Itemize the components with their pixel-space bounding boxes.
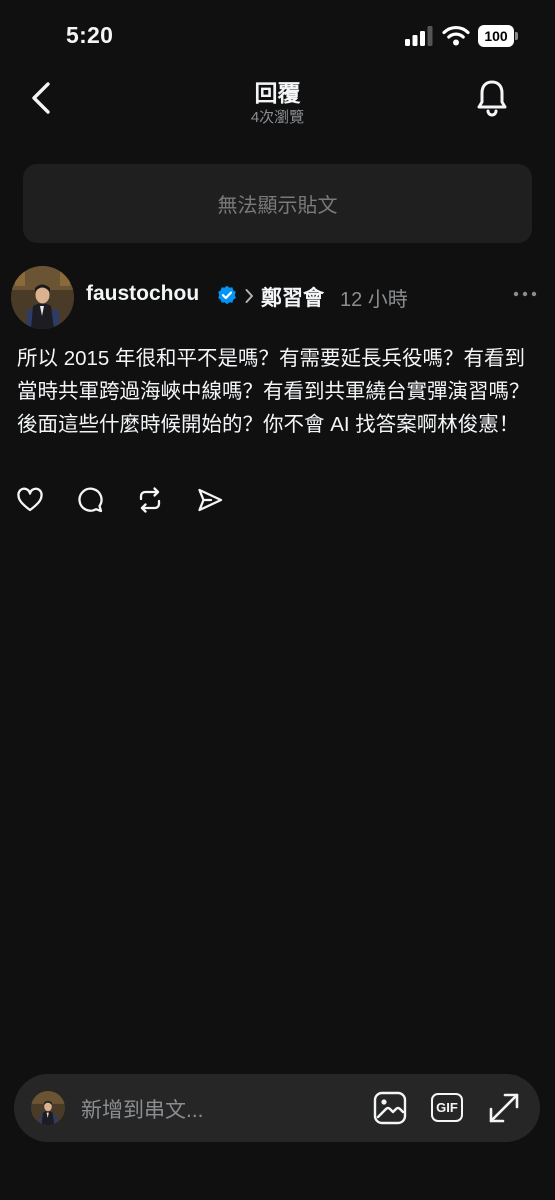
- share-icon: [198, 488, 223, 512]
- page-title: 回覆: [254, 80, 301, 106]
- post-body: 所以 2015 年很和平不是嗎？有需要延長兵役嗎？有看到當時共軍跨過海峽中線嗎？…: [17, 347, 530, 436]
- cellular-signal-icon: [405, 26, 433, 46]
- wifi-icon: [442, 25, 470, 46]
- expand-icon[interactable]: [487, 1091, 521, 1125]
- unavailable-post-text: 無法顯示貼文: [217, 195, 338, 217]
- share-button[interactable]: [196, 486, 224, 514]
- view-count: 4次瀏覽: [250, 109, 305, 126]
- like-button[interactable]: [16, 486, 44, 514]
- battery-nub: [515, 32, 518, 40]
- post-time: 12 小時: [340, 289, 408, 311]
- avatar-portrait-image: [11, 266, 74, 329]
- comment-button[interactable]: [76, 486, 104, 514]
- unavailable-post-card: 無法顯示貼文: [23, 164, 532, 243]
- comment-icon: [78, 487, 103, 513]
- avatar-portrait-image: [31, 1091, 65, 1125]
- composer-input[interactable]: 新增到串文...: [81, 1094, 204, 1124]
- bell-icon[interactable]: [474, 78, 510, 118]
- image-attach-icon[interactable]: [372, 1090, 408, 1126]
- heart-icon: [17, 487, 43, 512]
- status-time: 5:20: [66, 22, 114, 48]
- chevron-right-icon: [245, 289, 253, 303]
- repost-button[interactable]: [136, 486, 164, 514]
- composer-avatar: [31, 1091, 65, 1125]
- gif-button[interactable]: GIF: [431, 1093, 463, 1122]
- more-options-icon[interactable]: [512, 284, 538, 304]
- battery-indicator: 100: [478, 25, 514, 47]
- author-avatar[interactable]: [11, 266, 74, 329]
- author-username[interactable]: faustochou: [86, 282, 199, 306]
- topic-tag[interactable]: 鄭習會: [261, 282, 324, 312]
- repost-icon: [139, 487, 161, 513]
- verified-badge-icon: [218, 285, 236, 305]
